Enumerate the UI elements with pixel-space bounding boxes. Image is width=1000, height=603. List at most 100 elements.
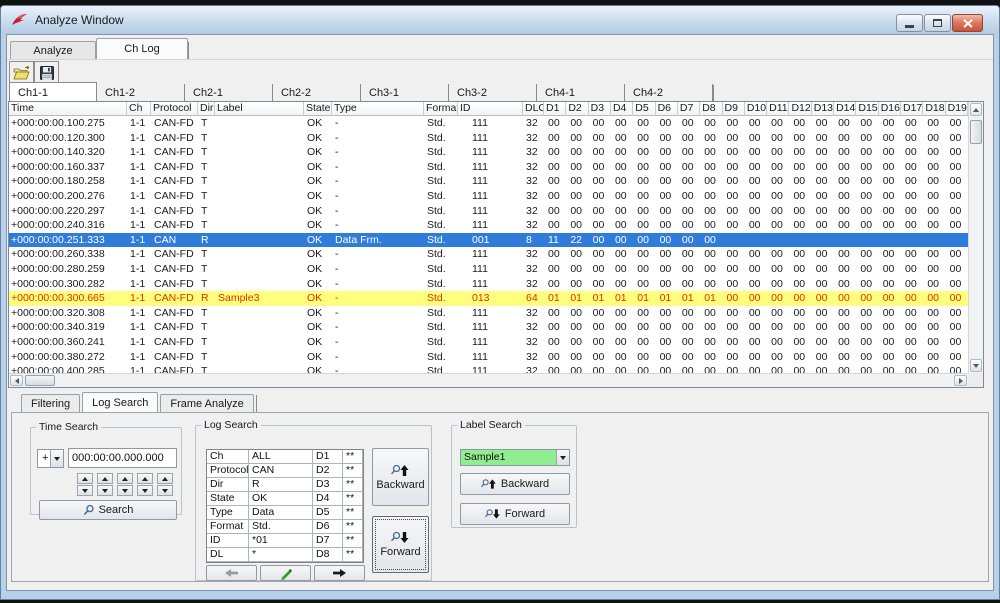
log-search-backward-button[interactable]: Backward bbox=[372, 448, 429, 506]
table-row[interactable]: +000:00:00.240.3161-1CAN-FDTOK-Std.11132… bbox=[9, 218, 968, 233]
criteria-key[interactable]: Dir bbox=[207, 478, 249, 492]
column-header-d13[interactable]: D13 bbox=[812, 102, 834, 116]
column-header-ch[interactable]: Ch bbox=[127, 102, 151, 116]
criteria-key[interactable]: Format bbox=[207, 520, 249, 534]
edit-criteria-button[interactable] bbox=[260, 565, 311, 581]
criteria-value[interactable]: OK bbox=[249, 492, 313, 506]
channel-tab-ch1-2[interactable]: Ch1-2 bbox=[97, 84, 185, 102]
data-criteria-key[interactable]: D1 bbox=[313, 450, 343, 464]
minimize-button[interactable] bbox=[896, 14, 923, 32]
scroll-left-button[interactable] bbox=[10, 375, 23, 386]
table-row[interactable]: +000:00:00.400.2851-1CAN-FDTOK-Std.11132… bbox=[9, 364, 968, 373]
vertical-scrollbar[interactable] bbox=[968, 102, 983, 373]
data-criteria-key[interactable]: D6 bbox=[313, 520, 343, 534]
time-sign-select[interactable]: + bbox=[37, 449, 64, 468]
label-select[interactable]: Sample1 bbox=[460, 449, 570, 466]
data-criteria-key[interactable]: D4 bbox=[313, 492, 343, 506]
data-criteria-key[interactable]: D2 bbox=[313, 464, 343, 478]
tab-analyze[interactable]: Analyze bbox=[10, 41, 96, 59]
data-criteria-value[interactable]: ** bbox=[343, 450, 363, 464]
spinner-up-button[interactable] bbox=[77, 473, 93, 484]
column-header-time[interactable]: Time bbox=[9, 102, 127, 116]
scroll-down-button[interactable] bbox=[970, 359, 982, 372]
spinner-up-button[interactable] bbox=[97, 473, 113, 484]
table-row[interactable]: +000:00:00.140.3201-1CAN-FDTOK-Std.11132… bbox=[9, 145, 968, 160]
column-header-d16[interactable]: D16 bbox=[879, 102, 901, 116]
data-criteria-value[interactable]: ** bbox=[343, 478, 363, 492]
criteria-key[interactable]: Ch bbox=[207, 450, 249, 464]
maximize-button[interactable] bbox=[924, 14, 951, 32]
column-header-label[interactable]: Label bbox=[215, 102, 304, 116]
spinner-down-button[interactable] bbox=[157, 485, 173, 496]
spinner-up-button[interactable] bbox=[117, 473, 133, 484]
data-criteria-value[interactable]: ** bbox=[343, 548, 363, 562]
data-criteria-value[interactable]: ** bbox=[343, 534, 363, 548]
spinner-up-button[interactable] bbox=[137, 473, 153, 484]
search-tab-frame-analyze[interactable]: Frame Analyze bbox=[160, 394, 253, 412]
column-header-d9[interactable]: D9 bbox=[723, 102, 745, 116]
channel-tab-ch1-1[interactable]: Ch1-1 bbox=[9, 82, 97, 102]
channel-tab-ch2-2[interactable]: Ch2-2 bbox=[273, 84, 361, 102]
horizontal-scroll-thumb[interactable] bbox=[25, 375, 55, 386]
channel-tab-ch2-1[interactable]: Ch2-1 bbox=[185, 84, 273, 102]
data-criteria-value[interactable]: ** bbox=[343, 520, 363, 534]
dropdown-arrow-icon[interactable] bbox=[50, 450, 63, 467]
column-header-d14[interactable]: D14 bbox=[834, 102, 856, 116]
column-header-dir[interactable]: Dir bbox=[198, 102, 215, 116]
table-row[interactable]: +000:00:00.100.2751-1CAN-FDTOK-Std.11132… bbox=[9, 116, 968, 131]
data-criteria-key[interactable]: D3 bbox=[313, 478, 343, 492]
data-criteria-value[interactable]: ** bbox=[343, 464, 363, 478]
channel-tab-ch3-2[interactable]: Ch3-2 bbox=[449, 84, 537, 102]
criteria-value[interactable]: *01 bbox=[249, 534, 313, 548]
data-criteria-key[interactable]: D5 bbox=[313, 506, 343, 520]
criteria-key[interactable]: Type bbox=[207, 506, 249, 520]
column-header-format[interactable]: Format bbox=[424, 102, 458, 116]
column-header-d17[interactable]: D17 bbox=[901, 102, 923, 116]
table-row[interactable]: +000:00:00.160.3371-1CAN-FDTOK-Std.11132… bbox=[9, 160, 968, 175]
label-forward-button[interactable]: Forward bbox=[460, 503, 570, 525]
label-backward-button[interactable]: Backward bbox=[460, 473, 570, 495]
criteria-key[interactable]: ID bbox=[207, 534, 249, 548]
criteria-key[interactable]: DL bbox=[207, 548, 249, 562]
column-header-d4[interactable]: D4 bbox=[611, 102, 633, 116]
table-row[interactable]: +000:00:00.360.2411-1CAN-FDTOK-Std.11132… bbox=[9, 335, 968, 350]
criteria-value[interactable]: CAN bbox=[249, 464, 313, 478]
horizontal-scrollbar[interactable] bbox=[9, 373, 968, 387]
column-header-d12[interactable]: D12 bbox=[789, 102, 811, 116]
table-row[interactable]: +000:00:00.200.2761-1CAN-FDTOK-Std.11132… bbox=[9, 189, 968, 204]
next-result-button[interactable] bbox=[314, 565, 365, 581]
spinner-down-button[interactable] bbox=[117, 485, 133, 496]
column-header-protocol[interactable]: Protocol bbox=[151, 102, 198, 116]
criteria-value[interactable]: Data bbox=[249, 506, 313, 520]
table-row[interactable]: +000:00:00.380.2721-1CAN-FDTOK-Std.11132… bbox=[9, 350, 968, 365]
time-search-button[interactable]: Search bbox=[39, 500, 177, 520]
criteria-value[interactable]: ALL bbox=[249, 450, 313, 464]
close-button[interactable] bbox=[952, 14, 983, 32]
column-header-d1[interactable]: D1 bbox=[544, 102, 566, 116]
column-header-d6[interactable]: D6 bbox=[656, 102, 678, 116]
prev-result-button[interactable] bbox=[206, 565, 257, 581]
tab-ch-log[interactable]: Ch Log bbox=[96, 38, 188, 59]
criteria-value[interactable]: * bbox=[249, 548, 313, 562]
column-header-type[interactable]: Type bbox=[332, 102, 424, 116]
table-row[interactable]: +000:00:00.120.3001-1CAN-FDTOK-Std.11132… bbox=[9, 131, 968, 146]
scroll-right-button[interactable] bbox=[954, 375, 967, 386]
data-criteria-value[interactable]: ** bbox=[343, 506, 363, 520]
table-row[interactable]: +000:00:00.260.3381-1CAN-FDTOK-Std.11132… bbox=[9, 247, 968, 262]
spinner-up-button[interactable] bbox=[157, 473, 173, 484]
criteria-value[interactable]: Std. bbox=[249, 520, 313, 534]
column-header-d5[interactable]: D5 bbox=[633, 102, 655, 116]
spinner-down-button[interactable] bbox=[77, 485, 93, 496]
data-criteria-value[interactable]: ** bbox=[343, 492, 363, 506]
channel-tab-ch4-2[interactable]: Ch4-2 bbox=[625, 84, 713, 102]
column-header-d19[interactable]: D19 bbox=[946, 102, 968, 116]
criteria-key[interactable]: Protocol bbox=[207, 464, 249, 478]
data-criteria-key[interactable]: D8 bbox=[313, 548, 343, 562]
search-tab-log-search[interactable]: Log Search bbox=[82, 392, 158, 412]
table-row[interactable]: +000:00:00.251.3331-1CANROKData Frm.Std.… bbox=[9, 233, 968, 248]
column-header-dlc[interactable]: DLC bbox=[523, 102, 544, 116]
spinner-down-button[interactable] bbox=[137, 485, 153, 496]
log-search-forward-button[interactable]: Forward bbox=[372, 516, 429, 573]
column-header-d11[interactable]: D11 bbox=[767, 102, 789, 116]
table-row[interactable]: +000:00:00.300.2821-1CAN-FDTOK-Std.11132… bbox=[9, 277, 968, 292]
